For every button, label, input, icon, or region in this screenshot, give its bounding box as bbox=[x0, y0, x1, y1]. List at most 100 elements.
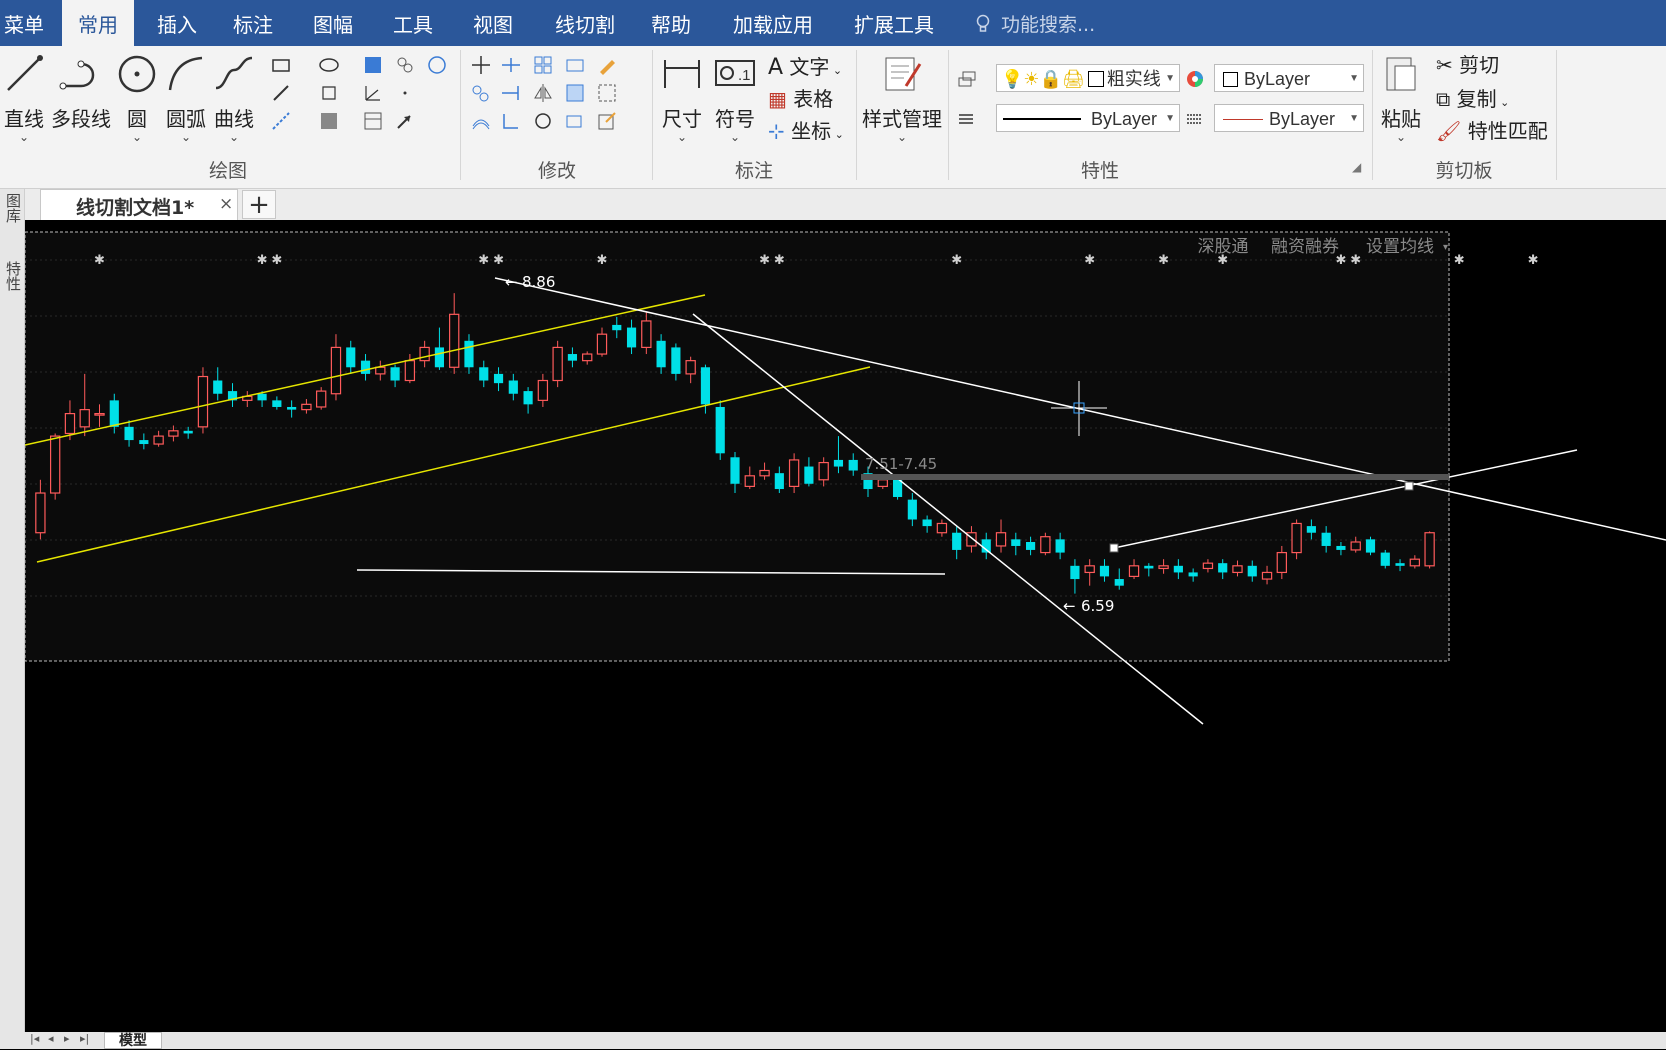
scale-icon[interactable] bbox=[564, 82, 586, 104]
lineweight-select[interactable]: ByLayer ▼ bbox=[1214, 104, 1364, 132]
layer-manager-icon[interactable] bbox=[956, 68, 978, 90]
document-tab[interactable]: 线切割文档1* × bbox=[40, 189, 238, 220]
menu-item-help[interactable]: 帮助 bbox=[640, 0, 702, 46]
spline-icon[interactable] bbox=[394, 54, 416, 76]
feature-search[interactable]: 功能搜索... bbox=[975, 0, 1095, 46]
event-marker-icon[interactable]: ✱ bbox=[951, 253, 962, 268]
link-set-ma[interactable]: 设置均线 bbox=[1366, 237, 1434, 257]
arc-tool-button[interactable]: 圆弧 ⌄ bbox=[162, 52, 210, 143]
model-tab[interactable]: 模型 bbox=[104, 1032, 162, 1049]
nav-next-icon[interactable]: ▸ bbox=[64, 1032, 70, 1045]
color-wheel-icon[interactable] bbox=[1184, 68, 1206, 90]
menu-item-wirecut[interactable]: 线切割 bbox=[545, 0, 625, 46]
link-margin-trading[interactable]: 融资融券 bbox=[1271, 237, 1339, 257]
candle-body bbox=[449, 313, 460, 368]
array-icon[interactable] bbox=[532, 54, 554, 76]
event-marker-icon[interactable]: ✱ bbox=[271, 253, 282, 268]
table-icon[interactable] bbox=[362, 110, 384, 132]
hatch-icon[interactable] bbox=[362, 54, 384, 76]
close-icon[interactable]: × bbox=[219, 194, 233, 214]
symbol-button[interactable]: .1 符号 ⌄ bbox=[710, 52, 760, 143]
menu-item-extensions[interactable]: 扩展工具 bbox=[843, 0, 945, 46]
rotate-icon[interactable] bbox=[532, 110, 554, 132]
table-button[interactable]: ▦ 表格 bbox=[768, 86, 833, 112]
text-button[interactable]: A 文字 ⌄ bbox=[768, 54, 842, 80]
edit-icon[interactable] bbox=[596, 110, 618, 132]
polygon-icon[interactable] bbox=[318, 82, 340, 104]
line-tool-button[interactable]: 直线 ⌄ bbox=[0, 52, 48, 143]
circle-tool-button[interactable]: 圆 ⌄ bbox=[114, 52, 160, 143]
angle-icon[interactable] bbox=[362, 82, 384, 104]
event-marker-icon[interactable]: ✱ bbox=[478, 253, 489, 268]
event-marker-icon[interactable]: ✱ bbox=[1158, 253, 1169, 268]
lineweight-icon[interactable] bbox=[956, 108, 978, 130]
layer-select[interactable]: 💡☀🔒🖨 粗实线 ▼ bbox=[996, 64, 1180, 92]
point-icon[interactable] bbox=[394, 82, 416, 104]
menu-item-view[interactable]: 视图 bbox=[462, 0, 524, 46]
event-marker-icon[interactable]: ✱ bbox=[597, 253, 608, 268]
properties-dialog-launcher[interactable]: ◢ bbox=[1352, 160, 1361, 174]
fillet-icon[interactable] bbox=[564, 110, 586, 132]
line-pattern-icon[interactable] bbox=[1184, 108, 1206, 130]
event-marker-icon[interactable]: ✱ bbox=[774, 253, 785, 268]
menu-item-menu[interactable]: 菜单 bbox=[0, 0, 48, 46]
explode-icon[interactable] bbox=[596, 82, 618, 104]
stretch-icon[interactable] bbox=[564, 54, 586, 76]
lineweight-preview bbox=[1223, 119, 1263, 120]
menu-item-insert[interactable]: 插入 bbox=[146, 0, 208, 46]
candle bbox=[1365, 536, 1376, 556]
candle-body bbox=[197, 375, 209, 428]
link-northbound[interactable]: 深股通 bbox=[1198, 237, 1249, 257]
event-marker-icon[interactable]: ✱ bbox=[1084, 253, 1095, 268]
chamfer-icon[interactable] bbox=[500, 110, 522, 132]
block-icon[interactable] bbox=[318, 110, 340, 132]
trim-icon[interactable] bbox=[500, 54, 522, 76]
offset-icon[interactable] bbox=[470, 110, 492, 132]
match-properties-button[interactable]: 🖌 特性匹配 bbox=[1436, 118, 1548, 144]
properties-panel-tab[interactable]: 特性 bbox=[3, 261, 24, 291]
cut-button[interactable]: ✂ 剪切 bbox=[1436, 52, 1499, 78]
slash-line-icon[interactable] bbox=[270, 82, 292, 104]
event-marker-icon[interactable]: ✱ bbox=[759, 253, 770, 268]
nav-prev-icon[interactable]: ◂ bbox=[48, 1032, 54, 1045]
mirror-icon[interactable] bbox=[532, 82, 554, 104]
menu-item-annotate[interactable]: 标注 bbox=[222, 0, 284, 46]
menu-item-load-app[interactable]: 加载应用 bbox=[722, 0, 824, 46]
style-manager-button[interactable]: 样式管理 ⌄ bbox=[860, 52, 944, 143]
grip-handle[interactable] bbox=[1109, 543, 1119, 553]
drawing-canvas[interactable]: ✱ ✱ ✱ ✱ ✱ ✱ ✱ ✱ ✱ ✱ ✱ ✱ ✱ ✱ ✱ ✱ 深股通 融资融券 设置均线 ▾ ← 8.86 … bbox=[25, 220, 1666, 1032]
event-marker-icon[interactable]: ✱ bbox=[1454, 253, 1465, 268]
coordinate-button[interactable]: ⊹ 坐标 ⌄ bbox=[768, 118, 844, 144]
dimension-button[interactable]: 尺寸 ⌄ bbox=[658, 52, 706, 143]
menu-item-tools[interactable]: 工具 bbox=[382, 0, 444, 46]
candle-body bbox=[479, 367, 489, 381]
rectangle-icon[interactable] bbox=[270, 54, 292, 76]
event-marker-icon[interactable]: ✱ bbox=[257, 253, 268, 268]
nav-last-icon[interactable]: ▸| bbox=[80, 1032, 89, 1045]
menu-item-common[interactable]: 常用 bbox=[62, 0, 134, 46]
copy-object-icon[interactable] bbox=[470, 82, 492, 104]
extend-icon[interactable] bbox=[500, 82, 522, 104]
color-select[interactable]: ByLayer ▼ bbox=[1214, 64, 1364, 92]
polyline-tool-button[interactable]: 多段线 bbox=[48, 52, 114, 132]
event-marker-icon[interactable]: ✱ bbox=[94, 253, 105, 268]
curve-tool-button[interactable]: 曲线 ⌄ bbox=[210, 52, 258, 143]
move-icon[interactable] bbox=[470, 54, 492, 76]
candle bbox=[1424, 531, 1435, 569]
construction-line-icon[interactable] bbox=[270, 110, 292, 132]
nav-first-icon[interactable]: |◂ bbox=[30, 1032, 39, 1045]
arrow-icon[interactable] bbox=[394, 110, 416, 132]
event-marker-icon[interactable]: ✱ bbox=[1350, 253, 1361, 268]
menu-item-frame[interactable]: 图幅 bbox=[302, 0, 364, 46]
copy-button[interactable]: ⧉ 复制 ⌄ bbox=[1436, 86, 1509, 112]
region-icon[interactable] bbox=[426, 54, 448, 76]
event-marker-icon[interactable]: ✱ bbox=[493, 253, 504, 268]
event-marker-icon[interactable]: ✱ bbox=[1528, 253, 1539, 268]
linetype-select[interactable]: ByLayer ▼ bbox=[996, 104, 1180, 132]
erase-icon[interactable] bbox=[596, 54, 618, 76]
paste-button[interactable]: 粘贴 ⌄ bbox=[1376, 52, 1426, 143]
add-tab-button[interactable]: + bbox=[242, 190, 276, 219]
library-panel-tab[interactable]: 图库 bbox=[3, 193, 24, 223]
grip-handle[interactable] bbox=[1404, 481, 1414, 491]
ellipse-icon[interactable] bbox=[318, 54, 340, 76]
